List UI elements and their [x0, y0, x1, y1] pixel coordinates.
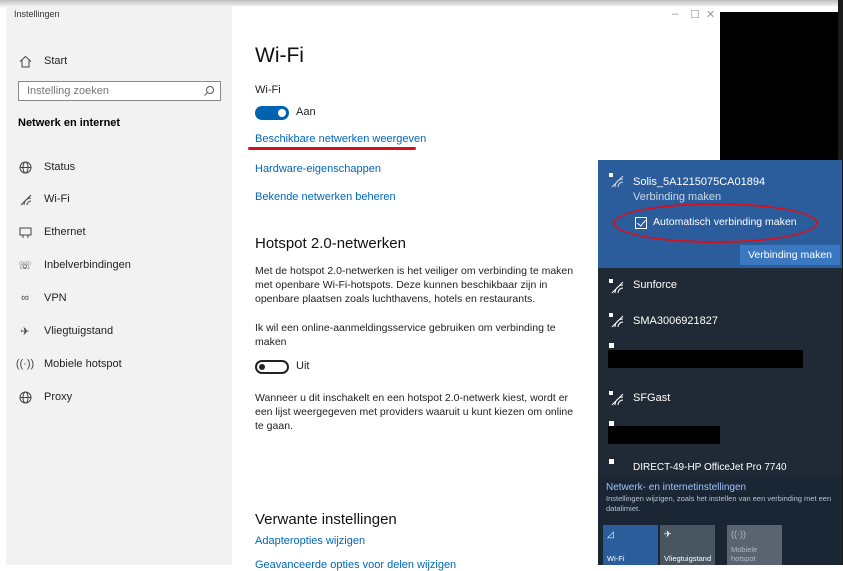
- network-settings-description: Instellingen wijzigen, zoals het instell…: [606, 494, 832, 513]
- show-networks-link[interactable]: Beschikbare netwerken weergeven: [255, 133, 426, 145]
- network-name: SMA3006921827: [633, 315, 719, 327]
- globe-icon: [18, 390, 32, 404]
- sidebar-item-status[interactable]: Status: [18, 160, 75, 174]
- sidebar: Instellingen Start Instelling zoeken Net…: [6, 6, 232, 565]
- wifi-secured-icon: [609, 313, 624, 328]
- sidebar-item-vliegtuigstand[interactable]: ✈ Vliegtuigstand: [18, 324, 113, 338]
- lock-icon: [609, 343, 614, 348]
- network-item-redacted[interactable]: [598, 338, 842, 378]
- wifi-toggle-label: Wi-Fi: [255, 84, 281, 96]
- redacted-network-name: [608, 426, 720, 444]
- sidebar-item-wifi[interactable]: Wi-Fi: [18, 192, 70, 206]
- annotation-circle: [613, 203, 818, 243]
- hardware-properties-link[interactable]: Hardware-eigenschappen: [255, 163, 381, 175]
- sidebar-item-label: Inbelverbindingen: [44, 259, 131, 271]
- sidebar-item-proxy[interactable]: Proxy: [18, 390, 72, 404]
- quick-action-hotspot[interactable]: ((·)) Mobiele hotspot: [727, 525, 782, 565]
- sidebar-item-inbelverbindingen[interactable]: ☏ Inbelverbindingen: [18, 258, 131, 272]
- sidebar-item-label: VPN: [44, 292, 67, 304]
- sidebar-item-mobiele-hotspot[interactable]: ((·)) Mobiele hotspot: [15, 357, 122, 371]
- sidebar-item-label: Start: [44, 55, 68, 67]
- phone-icon: ☏: [18, 259, 32, 272]
- wifi-secured-icon: [609, 279, 624, 294]
- sidebar-item-label: Ethernet: [44, 226, 86, 238]
- quick-action-airplane[interactable]: ✈ Vliegtuigstand: [660, 525, 715, 565]
- known-networks-link[interactable]: Bekende netwerken beheren: [255, 191, 396, 203]
- online-service-state: Uit: [296, 360, 310, 372]
- sidebar-item-label: Status: [44, 161, 76, 173]
- annotation-underline: [248, 147, 416, 150]
- network-name: SFGast: [633, 392, 671, 404]
- search-icon: [204, 86, 214, 96]
- quick-action-label: Wi-Fi: [607, 554, 625, 563]
- globe-icon: [18, 160, 32, 174]
- background-desktop: [720, 12, 843, 162]
- sidebar-item-label: Mobiele hotspot: [44, 358, 122, 370]
- maximize-button[interactable]: ☐: [690, 8, 700, 21]
- sidebar-item-label: Proxy: [44, 391, 73, 403]
- sidebar-item-ethernet[interactable]: Ethernet: [18, 225, 86, 239]
- redacted-network-name: [608, 350, 803, 368]
- close-button[interactable]: ✕: [706, 8, 715, 21]
- network-name: Sunforce: [633, 279, 678, 291]
- quick-action-label: Mobiele hotspot: [731, 545, 758, 563]
- hotspot-section-title: Hotspot 2.0-netwerken: [255, 235, 406, 252]
- airplane-icon: ✈: [664, 529, 672, 539]
- sidebar-item-vpn[interactable]: ∞ VPN: [18, 291, 67, 305]
- hotspot-icon: ((·)): [731, 529, 746, 539]
- quick-action-wifi[interactable]: ◿ Wi-Fi: [603, 525, 658, 565]
- online-service-toggle[interactable]: [255, 360, 289, 374]
- window-title: Instellingen: [14, 9, 60, 19]
- page-title: Wi-Fi: [255, 44, 304, 67]
- selected-network-status: Verbinding maken: [633, 191, 722, 203]
- sharing-options-link[interactable]: Geavanceerde opties voor delen wijzigen: [255, 559, 456, 571]
- network-settings-link[interactable]: Netwerk- en internetinstellingen: [606, 482, 746, 493]
- home-icon: [18, 54, 32, 68]
- hotspot-description: Met de hotspot 2.0-netwerken is het veil…: [255, 265, 574, 305]
- wifi-toggle[interactable]: [255, 106, 289, 120]
- vpn-icon: ∞: [21, 292, 29, 304]
- online-service-label: Ik wil een online-aanmeldingsservice geb…: [255, 322, 556, 348]
- sidebar-item-start[interactable]: Start: [18, 54, 67, 68]
- wifi-icon: ◿: [607, 529, 614, 539]
- minimize-button[interactable]: –: [672, 8, 678, 20]
- network-item[interactable]: DIRECT-49-HP OfficeJet Pro 7740: [598, 456, 842, 470]
- related-settings-title: Verwante instellingen: [255, 511, 397, 528]
- online-service-description: Wanneer u dit inschakelt en een hotspot …: [255, 392, 574, 432]
- sidebar-item-label: Wi-Fi: [44, 193, 70, 205]
- airplane-icon: ✈: [20, 325, 30, 338]
- selected-network-name: Solis_5A1215075CA01894: [633, 176, 766, 188]
- hotspot-icon: ((·)): [15, 358, 35, 370]
- search-input[interactable]: Instelling zoeken: [18, 81, 221, 101]
- lock-icon: [609, 459, 614, 464]
- wifi-toggle-state: Aan: [296, 106, 316, 118]
- search-placeholder: Instelling zoeken: [27, 85, 109, 97]
- sidebar-item-label: Vliegtuigstand: [44, 325, 114, 337]
- wifi-icon: [18, 192, 32, 206]
- quick-action-label: Vliegtuigstand: [664, 554, 712, 563]
- wifi-secured-icon: [609, 391, 624, 406]
- sidebar-group-title: Netwerk en internet: [18, 117, 121, 129]
- adapter-options-link[interactable]: Adapteropties wijzigen: [255, 535, 365, 547]
- wifi-secured-icon: [609, 173, 624, 188]
- network-name: DIRECT-49-HP OfficeJet Pro 7740: [633, 462, 787, 470]
- ethernet-icon: [18, 225, 32, 239]
- connect-button[interactable]: Verbinding maken: [740, 245, 840, 265]
- network-item-redacted[interactable]: [598, 416, 842, 456]
